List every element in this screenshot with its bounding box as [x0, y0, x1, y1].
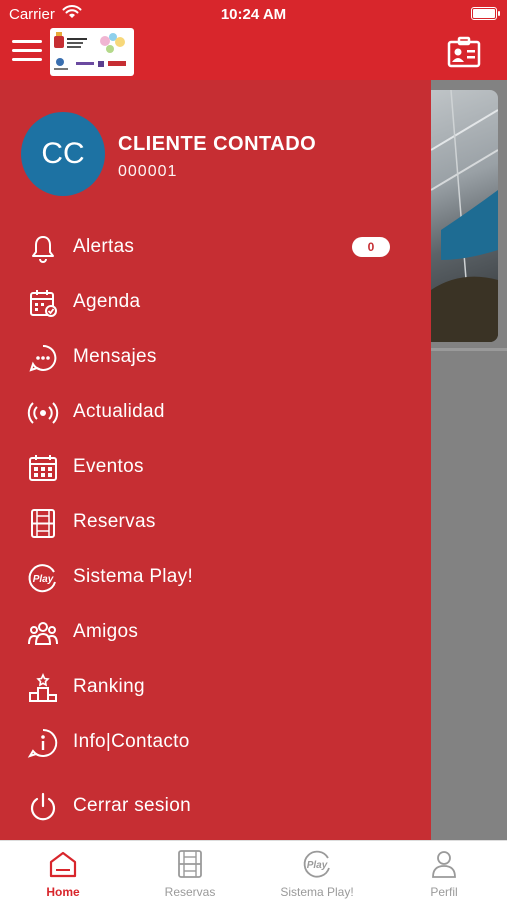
tab-label: Reservas — [164, 885, 216, 899]
id-card-icon[interactable] — [447, 36, 481, 68]
ayuntamiento-logo — [50, 28, 134, 76]
svg-text:Play: Play — [33, 574, 54, 585]
background-content — [431, 80, 507, 840]
menu-item-reservas[interactable]: Reservas — [0, 495, 431, 550]
hamburger-icon[interactable] — [12, 40, 42, 62]
calendar-check-icon — [30, 290, 57, 317]
clock: 10:24 AM — [220, 6, 287, 23]
menu-label: Agenda — [73, 291, 141, 312]
tab-label: Home — [46, 885, 80, 899]
group-icon — [28, 622, 58, 645]
play-badge-icon: Play — [28, 564, 56, 593]
avatar-initials: CC — [41, 137, 85, 170]
podium-icon — [29, 672, 57, 702]
avatar: CC — [21, 112, 105, 196]
court-icon — [178, 850, 202, 878]
profile-header[interactable]: CC CLIENTE CONTADO 000001 — [0, 80, 431, 210]
tab-sistema-play[interactable]: Play Sistema Play! — [254, 841, 380, 901]
bell-icon — [32, 236, 54, 263]
menu-item-eventos[interactable]: Eventos — [0, 440, 431, 495]
menu-label: Amigos — [73, 621, 139, 642]
menu-label: Info|Contacto — [73, 731, 190, 752]
menu-item-info-contacto[interactable]: Info|Contacto — [0, 715, 431, 770]
menu-item-alertas[interactable]: Alertas 0 — [0, 220, 431, 275]
calendar-grid-icon — [29, 455, 57, 481]
menu-item-actualidad[interactable]: Actualidad — [0, 385, 431, 440]
menu-label: Mensajes — [73, 346, 157, 367]
tab-label: Sistema Play! — [280, 885, 354, 899]
alert-count-badge: 0 — [352, 237, 390, 257]
tab-reservas[interactable]: Reservas — [127, 841, 253, 901]
menu-label: Reservas — [73, 511, 156, 532]
profile-name: CLIENTE CONTADO — [118, 133, 317, 155]
menu-item-amigos[interactable]: Amigos — [0, 605, 431, 660]
divider — [431, 348, 507, 351]
menu-item-mensajes[interactable]: Mensajes — [0, 330, 431, 385]
play-badge-icon: Play — [303, 850, 330, 878]
menu-item-sistema-play[interactable]: Play Sistema Play! — [0, 550, 431, 605]
drawer-menu: Alertas 0 Agenda Mensajes Actualidad Eve… — [0, 220, 431, 834]
user-icon — [432, 851, 456, 878]
tab-home[interactable]: Home — [0, 841, 126, 901]
menu-label: Sistema Play! — [73, 566, 194, 587]
menu-label: Eventos — [73, 456, 144, 477]
menu-item-ranking[interactable]: Ranking — [0, 660, 431, 715]
court-icon — [31, 509, 55, 538]
broadcast-icon — [27, 402, 59, 424]
top-app-bar — [0, 28, 507, 80]
menu-label: Alertas — [73, 236, 135, 257]
profile-id: 000001 — [118, 163, 178, 180]
navigation-drawer: CC CLIENTE CONTADO 000001 Alertas 0 Agen… — [0, 80, 431, 840]
background-image-card — [431, 90, 498, 342]
svg-text:Play: Play — [307, 860, 328, 871]
menu-item-cerrar-sesion[interactable]: Cerrar sesion — [0, 779, 431, 834]
menu-item-agenda[interactable]: Agenda — [0, 275, 431, 330]
power-icon — [30, 792, 56, 821]
tab-perfil[interactable]: Perfil — [381, 841, 507, 901]
menu-label: Ranking — [73, 676, 145, 697]
chat-bubble-icon — [29, 344, 57, 372]
home-icon — [49, 851, 77, 878]
tab-label: Perfil — [430, 885, 458, 899]
menu-label: Cerrar sesion — [73, 795, 191, 816]
status-bar: Carrier 10:24 AM — [0, 0, 507, 28]
menu-label: Actualidad — [73, 401, 165, 422]
battery-icon — [471, 7, 500, 20]
bottom-tab-bar: Home Reservas Play Sistema Play! Perfil — [0, 840, 507, 901]
info-icon — [27, 728, 58, 758]
